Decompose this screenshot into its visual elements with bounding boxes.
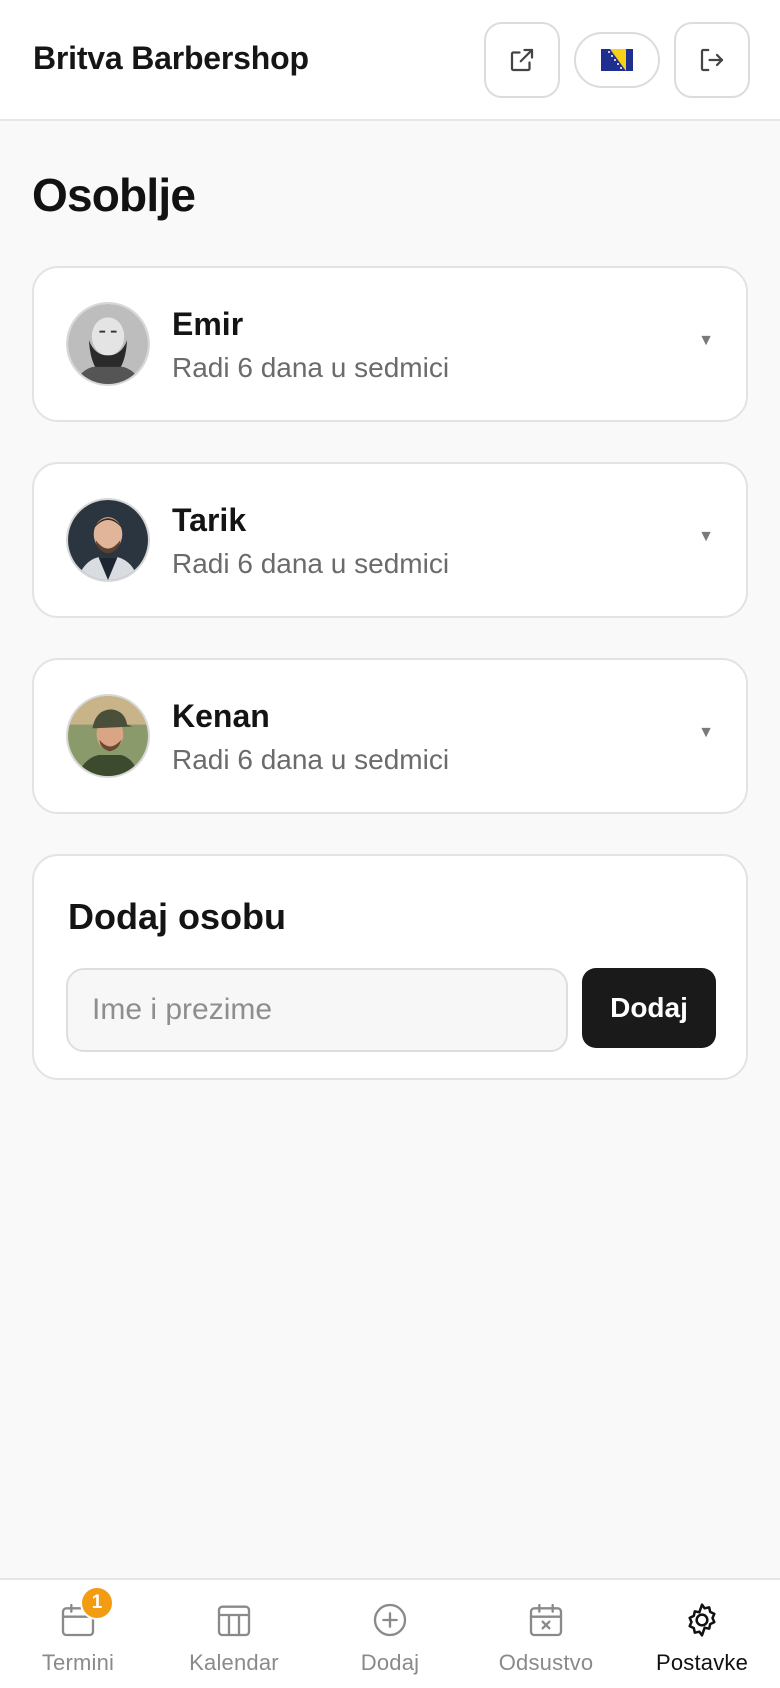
app-title: Britva Barbershop [33, 40, 309, 76]
staff-card-kenan[interactable]: Kenan Radi 6 dana u sedmici ▼ [32, 658, 748, 814]
avatar [66, 694, 150, 778]
chevron-down-icon: ▼ [698, 332, 714, 349]
nav-item-odsustvo[interactable]: Odsustvo [468, 1580, 624, 1688]
name-input[interactable] [66, 968, 568, 1052]
app-header: Britva Barbershop [0, 0, 780, 121]
nav-label: Kalendar [189, 1650, 279, 1675]
logout-button[interactable] [674, 22, 750, 98]
avatar [66, 302, 150, 386]
add-person-button[interactable]: Dodaj [582, 968, 716, 1048]
staff-name: Emir [172, 306, 244, 342]
chevron-down-icon: ▼ [698, 528, 714, 545]
logout-icon [697, 45, 727, 75]
gear-icon [682, 1600, 722, 1640]
staff-card-tarik[interactable]: Tarik Radi 6 dana u sedmici ▼ [32, 462, 748, 618]
nav-label: Termini [41, 1650, 115, 1675]
staff-schedule: Radi 6 dana u sedmici [172, 744, 450, 775]
staff-card-emir[interactable]: Emir Radi 6 dana u sedmici ▼ [32, 266, 748, 422]
calendar-x-icon [526, 1600, 566, 1640]
bottom-nav: 1 Termini Kalendar Dodaj Odsustvo Postav… [0, 1578, 780, 1688]
external-link-icon [507, 45, 537, 75]
nav-label: Odsustvo [498, 1650, 594, 1675]
calendar-icon: 1 [58, 1586, 114, 1640]
open-external-button[interactable] [484, 22, 560, 98]
staff-schedule: Radi 6 dana u sedmici [172, 352, 450, 383]
nav-item-dodaj[interactable]: Dodaj [312, 1580, 468, 1688]
nav-item-termini[interactable]: 1 Termini [0, 1580, 156, 1688]
columns-icon [214, 1600, 254, 1640]
add-person-card: Dodaj osobu Dodaj [32, 854, 748, 1080]
nav-item-kalendar[interactable]: Kalendar [156, 1580, 312, 1688]
flag-bosnia-icon [601, 49, 633, 71]
notification-badge: 1 [80, 1586, 114, 1620]
language-button[interactable] [574, 32, 660, 88]
nav-item-postavke[interactable]: Postavke [624, 1580, 780, 1688]
add-person-title: Dodaj osobu [68, 896, 286, 937]
plus-circle-icon [370, 1600, 410, 1640]
page-title: Osoblje [32, 169, 196, 221]
avatar [66, 498, 150, 582]
chevron-down-icon: ▼ [698, 724, 714, 741]
nav-label: Postavke [655, 1650, 749, 1675]
nav-label: Dodaj [360, 1650, 420, 1675]
staff-schedule: Radi 6 dana u sedmici [172, 548, 450, 579]
staff-name: Kenan [172, 698, 270, 734]
staff-name: Tarik [172, 502, 247, 538]
